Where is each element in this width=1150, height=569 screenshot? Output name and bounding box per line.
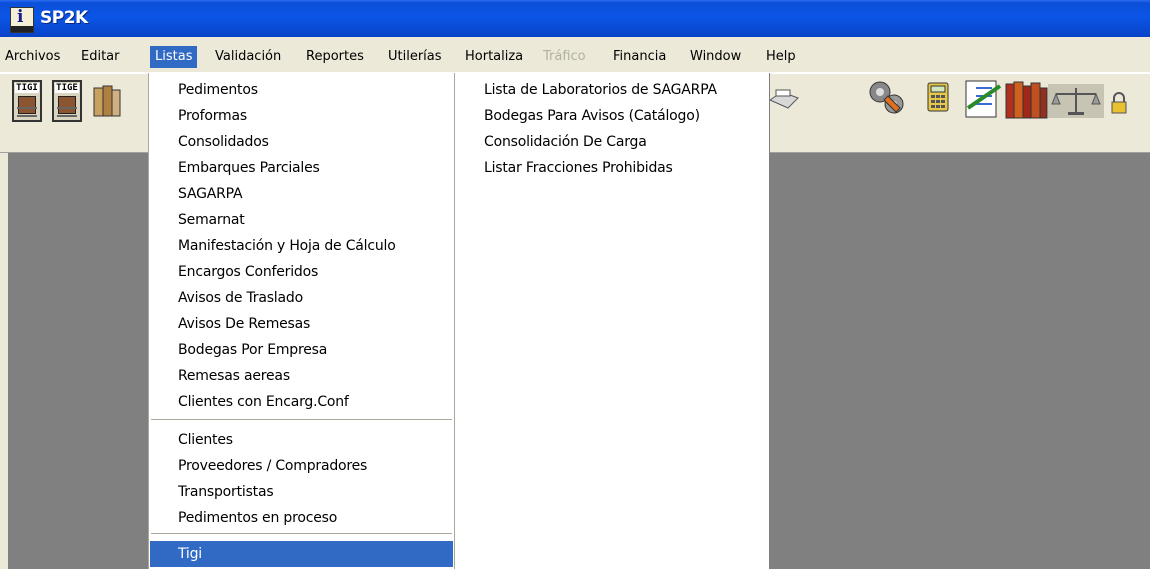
menuitem-clientes[interactable]: Clientes (178, 429, 233, 451)
tigi-icon[interactable]: TIGI (12, 80, 42, 122)
title-bar: i SP2K (0, 0, 1150, 37)
listas-dropdown-menu-column-2: Lista de Laboratorios de SAGARPA Bodegas… (455, 73, 770, 569)
menu-window[interactable]: Window (690, 48, 741, 68)
menuitem-manifestacion[interactable]: Manifestación y Hoja de Cálculo (178, 235, 396, 257)
menu-archivos[interactable]: Archivos (5, 48, 60, 68)
listas-dropdown-menu: Pedimentos Proformas Consolidados Embarq… (148, 73, 455, 569)
menu-validacion[interactable]: Validación (215, 48, 281, 68)
menu-separator (151, 419, 452, 421)
menuitem-remesas-aereas[interactable]: Remesas aereas (178, 365, 290, 387)
menuitem-proformas[interactable]: Proformas (178, 105, 247, 127)
menu-utilerias[interactable]: Utilerías (388, 48, 442, 68)
tige-label: TIGE (55, 83, 79, 93)
printer-icon[interactable] (768, 86, 802, 114)
menuitem-transportistas[interactable]: Transportistas (178, 481, 274, 503)
scales-icon[interactable] (1048, 84, 1104, 118)
calculator-icon[interactable] (927, 82, 949, 112)
menuitem-sagarpa[interactable]: SAGARPA (178, 183, 243, 205)
menuitem-clientes-encarg[interactable]: Clientes con Encarg.Conf (178, 391, 349, 413)
menuitem-avisos-traslado[interactable]: Avisos de Traslado (178, 287, 303, 309)
menu-hortaliza[interactable]: Hortaliza (465, 48, 523, 68)
left-frame-edge (0, 153, 8, 569)
menuitem-encargos-conferidos[interactable]: Encargos Conferidos (178, 261, 318, 283)
menu-bar: Archivos Editar Listas Validación Report… (0, 37, 1150, 73)
checklist-icon[interactable] (962, 78, 1004, 120)
menuitem-fracciones-prohibidas[interactable]: Listar Fracciones Prohibidas (484, 157, 673, 179)
tige-icon[interactable]: TIGE (52, 80, 82, 122)
menuitem-consolidacion-carga[interactable]: Consolidación De Carga (484, 131, 647, 153)
menu-help[interactable]: Help (766, 48, 796, 68)
menu-separator (151, 533, 452, 535)
menuitem-bodegas-avisos[interactable]: Bodegas Para Avisos (Catálogo) (484, 105, 700, 127)
menuitem-semarnat[interactable]: Semarnat (178, 209, 245, 231)
menu-reportes[interactable]: Reportes (306, 48, 364, 68)
menuitem-bodegas-empresa[interactable]: Bodegas Por Empresa (178, 339, 327, 361)
books-icon[interactable] (92, 82, 132, 120)
app-icon[interactable]: i (10, 7, 34, 33)
menu-listas[interactable]: Listas (150, 46, 198, 68)
menuitem-pedimentos[interactable]: Pedimentos (178, 79, 258, 101)
menuitem-embarques-parciales[interactable]: Embarques Parciales (178, 157, 320, 179)
menuitem-laboratorios-sagarpa[interactable]: Lista de Laboratorios de SAGARPA (484, 79, 717, 101)
menuitem-pedimentos-proceso[interactable]: Pedimentos en proceso (178, 507, 337, 529)
tigi-label: TIGI (15, 83, 39, 93)
menu-trafico: Tráfico (543, 49, 586, 64)
settings-icon[interactable] (866, 78, 906, 118)
menuitem-tigi[interactable]: Tigi (178, 543, 202, 565)
menuitem-tigi-highlighted[interactable]: Tigi (150, 541, 453, 567)
menuitem-proveedores[interactable]: Proveedores / Compradores (178, 455, 367, 477)
library-icon[interactable] (1005, 80, 1049, 120)
menu-editar[interactable]: Editar (81, 48, 120, 68)
menu-financia[interactable]: Financia (613, 48, 666, 68)
menuitem-avisos-remesas[interactable]: Avisos De Remesas (178, 313, 310, 335)
window-title: SP2K (40, 8, 88, 28)
lock-icon[interactable] (1110, 92, 1128, 114)
menuitem-consolidados[interactable]: Consolidados (178, 131, 269, 153)
